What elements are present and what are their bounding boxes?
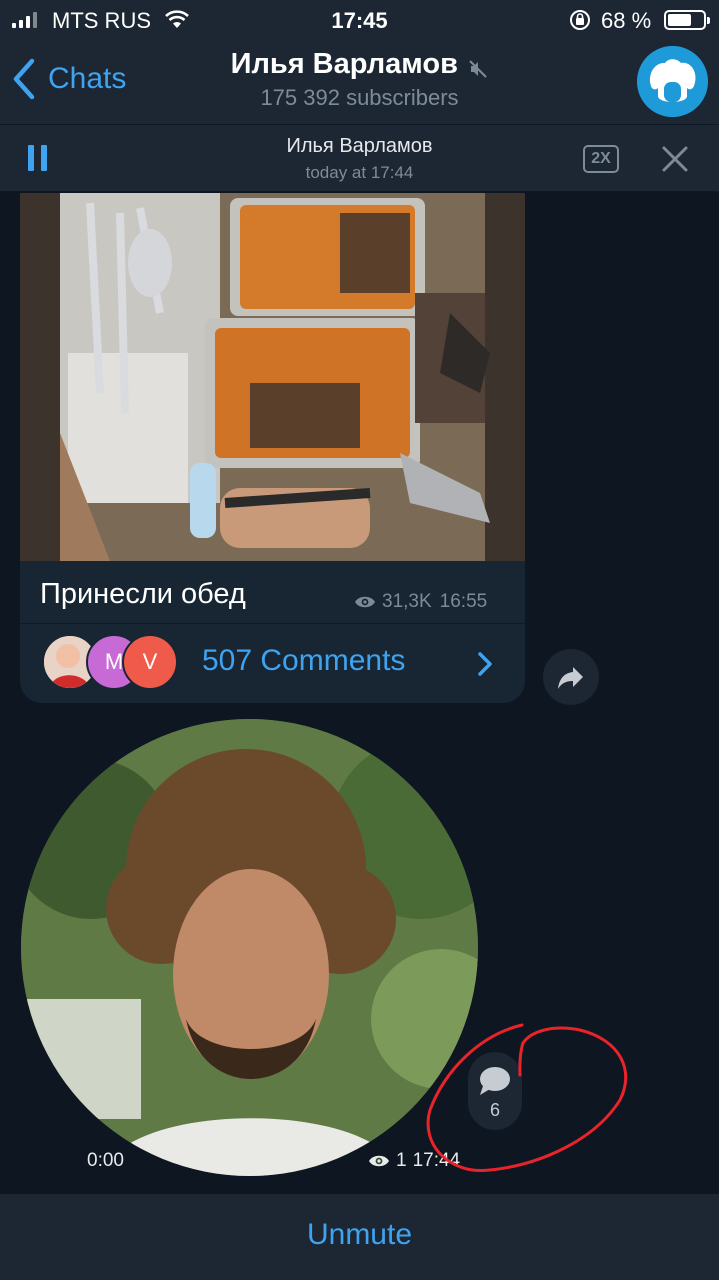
channel-avatar[interactable] xyxy=(637,46,708,117)
post-photo[interactable] xyxy=(20,193,525,561)
audio-player-bar: Илья Варламов today at 17:44 2X xyxy=(0,124,719,192)
commenter-avatar: V xyxy=(122,634,178,690)
status-bar: MTS RUS 17:45 68 % xyxy=(0,0,719,40)
close-icon[interactable] xyxy=(661,145,689,173)
video-frame-image xyxy=(21,719,478,1176)
chat-header: Chats Илья Варламов 175 392 subscribers xyxy=(0,40,719,124)
orientation-lock-icon xyxy=(570,10,590,30)
share-arrow-icon xyxy=(558,667,583,689)
subscriber-count: 175 392 subscribers xyxy=(260,85,459,110)
view-count: 31,3K xyxy=(382,591,432,612)
eye-icon xyxy=(355,596,375,608)
battery-icon xyxy=(664,10,710,30)
comments-count-label: 507 Comments xyxy=(202,644,406,677)
comments-button[interactable]: M V 507 Comments xyxy=(20,623,525,703)
chevron-right-icon xyxy=(478,652,492,676)
red-circle-annotation xyxy=(426,1023,628,1173)
unmute-button[interactable]: Unmute xyxy=(0,1218,719,1252)
message-bubble: Принесли обед 31,3K 16:55 M V 507 Commen… xyxy=(20,193,525,703)
avatar-image xyxy=(637,46,708,117)
post-meta: 31,3K 16:55 xyxy=(354,591,487,613)
share-button[interactable] xyxy=(543,649,599,705)
round-video-message[interactable] xyxy=(21,719,478,1176)
muted-speaker-icon xyxy=(469,60,488,78)
video-duration: 0:00 xyxy=(87,1150,124,1171)
post-time: 16:55 xyxy=(439,591,488,612)
chat-title-block[interactable]: Илья Варламов 175 392 subscribers xyxy=(0,48,719,111)
post-caption: Принесли обед xyxy=(40,578,246,610)
food-photo-image xyxy=(20,193,525,561)
bottom-bar: Unmute xyxy=(0,1193,719,1280)
playback-speed-button[interactable]: 2X xyxy=(583,145,619,173)
channel-title: Илья Варламов xyxy=(230,48,458,80)
battery-percent: 68 % xyxy=(601,8,652,33)
eye-icon xyxy=(369,1155,389,1167)
video-view-count: 1 xyxy=(396,1150,407,1171)
